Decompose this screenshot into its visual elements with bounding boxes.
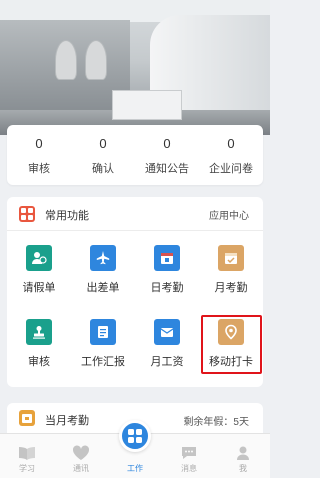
app-center-link[interactable]: 应用中心 [209,207,249,222]
chat-bubble-icon [182,447,196,459]
bottom-tab-bar: 学习 通讯 工作 消息 我 [0,420,270,478]
stat-label: 企业问卷 [209,163,253,175]
stat-label: 通知公告 [145,163,189,175]
tab-label: 工作 [127,464,143,473]
leave-request-icon [26,245,52,271]
tab-label: 学习 [19,464,35,473]
stamp-icon [26,319,52,345]
tab-messages[interactable]: 消息 [162,434,216,478]
calendar-day-icon [154,245,180,271]
daily-attendance-button[interactable]: 日考勤 [135,237,199,303]
tab-contacts[interactable]: 通讯 [54,434,108,478]
calendar-month-icon [218,245,244,271]
stat-label: 确认 [92,163,114,175]
function-label: 月考勤 [214,282,248,294]
function-label: 请假单 [22,282,56,294]
grid-apps-icon [19,206,35,222]
function-label: 工作汇报 [81,356,125,368]
tab-me[interactable]: 我 [216,434,270,478]
monthly-attendance-button[interactable]: 月考勤 [199,237,263,303]
airplane-icon [90,245,116,271]
mobile-checkin-highlight-frame [201,315,262,374]
heart-icon [72,445,90,460]
function-label: 审核 [28,356,50,368]
office-banner-image[interactable] [0,0,270,135]
tab-study[interactable]: 学习 [0,434,54,478]
tab-work[interactable]: 工作 [108,420,162,478]
stat-label: 审核 [28,163,50,175]
stat-count: 0 [99,136,107,151]
report-icon [90,319,116,345]
review-button[interactable]: 审核 [7,311,71,377]
annual-leave-balance: 剩余年假：5天 [183,417,249,428]
stat-count: 0 [227,136,235,151]
calendar-icon [19,410,35,426]
function-label: 出差单 [86,282,120,294]
panel-title: 常用功能 [45,210,89,222]
stat-announcements[interactable]: 0 通知公告 [135,125,199,185]
function-label: 月工资 [150,356,184,368]
user-icon [237,446,249,460]
book-icon [19,447,35,460]
leave-request-button[interactable]: 请假单 [7,237,71,303]
work-report-button[interactable]: 工作汇报 [71,311,135,377]
business-trip-button[interactable]: 出差单 [71,237,135,303]
monthly-salary-button[interactable]: 月工资 [135,311,199,377]
stats-card: 0 审核 0 确认 0 通知公告 0 企业问卷 [7,125,263,185]
banner-decor [85,40,107,80]
tab-label: 通讯 [73,464,89,473]
attendance-title: 当月考勤 [45,415,89,427]
stat-confirm[interactable]: 0 确认 [71,125,135,185]
stat-count: 0 [163,136,171,151]
stat-survey[interactable]: 0 企业问卷 [199,125,263,185]
tab-label: 我 [239,464,247,473]
function-label: 日考勤 [150,282,184,294]
banner-decor [55,40,77,80]
panel-header: 常用功能 应用中心 [7,197,263,231]
salary-envelope-icon [154,319,180,345]
tab-label: 消息 [181,464,197,473]
stat-count: 0 [35,136,43,151]
work-grid-icon [119,420,151,452]
stat-review[interactable]: 0 审核 [7,125,71,185]
